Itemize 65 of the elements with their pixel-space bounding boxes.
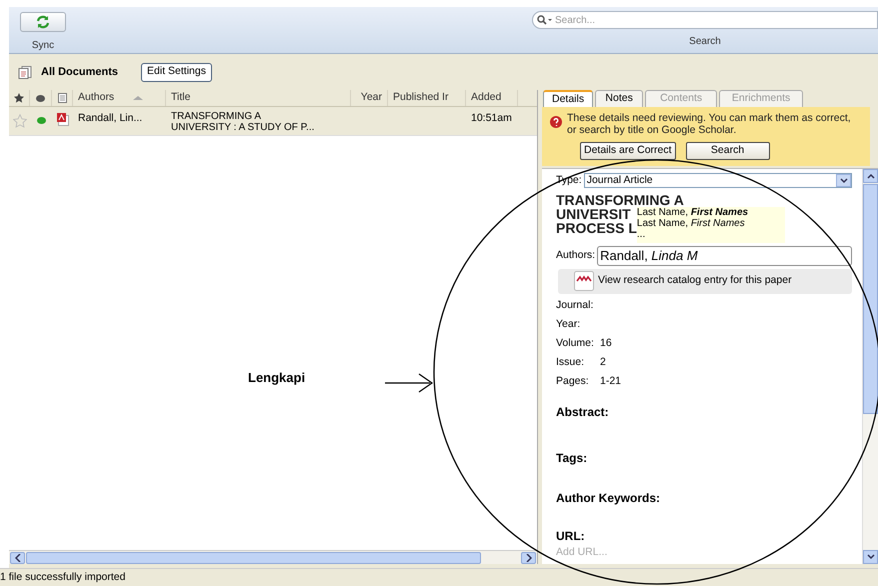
authors-field[interactable]: Randall, Linda M — [597, 246, 852, 266]
documents-icon — [18, 66, 32, 78]
review-button[interactable]: Search — [686, 142, 770, 160]
search-box[interactable]: Search... — [532, 11, 878, 29]
question-icon — [550, 116, 562, 128]
document-title: PROCESS L — [556, 220, 637, 235]
horizontal-scrollbar[interactable] — [9, 550, 537, 564]
suggestion-item[interactable]: Last Name, First Names — [636, 218, 785, 229]
star-icon — [14, 93, 24, 103]
scrollbar-thumb[interactable] — [26, 552, 481, 564]
library-title: All Documents — [41, 64, 118, 80]
type-dropdown[interactable]: Journal Article — [584, 173, 852, 188]
dot-icon — [36, 94, 45, 102]
review-message: These details need reviewing. You can mark them as correct, or search by title on Google Scholar. — [567, 112, 852, 136]
catalog-icon — [574, 271, 594, 292]
column-header[interactable]: Published Ir — [393, 90, 448, 106]
author-cell-text: Randall, Lin... — [77, 111, 142, 126]
column-header[interactable]: Authors — [78, 90, 114, 106]
sync-label: Sync — [32, 39, 54, 53]
field-label: Journal: — [556, 298, 594, 313]
section-heading: URL: — [556, 528, 585, 545]
scroll-up-icon[interactable] — [863, 169, 878, 183]
field-label: Year: — [556, 316, 582, 332]
star-icon[interactable] — [12, 114, 26, 128]
search-icon — [537, 15, 553, 25]
section-heading: Author Keywords: — [556, 490, 660, 507]
status-text: 1 file successfully imported — [0, 570, 126, 585]
title-cell-text: TRANSFORMING A UNIVERSITY : A STUDY OF P... — [170, 111, 314, 133]
column-header[interactable]: Year — [360, 90, 382, 106]
field-value: 1-21 — [600, 374, 622, 389]
scrollbar-thumb[interactable] — [863, 184, 878, 414]
pdf-file-icon — [56, 113, 68, 126]
dot-icon[interactable] — [36, 117, 46, 124]
scroll-right-icon[interactable] — [521, 552, 536, 564]
document-icon — [58, 93, 66, 103]
column-header[interactable]: Title — [171, 90, 190, 106]
column-header[interactable]: Added — [471, 90, 502, 106]
tab[interactable]: Notes — [595, 90, 644, 107]
field-value: 16 — [600, 336, 612, 351]
annotation-label: Lengkapi — [248, 369, 306, 387]
authors-label: Authors: — [556, 248, 596, 263]
tab[interactable]: Details — [543, 90, 594, 107]
section-heading: Tags: — [556, 450, 588, 467]
refresh-icon — [36, 15, 50, 29]
catalog-button[interactable]: View research catalog entry for this paper — [558, 268, 852, 294]
field-value: 2 — [600, 354, 606, 370]
edit-settings-button[interactable]: Edit Settings — [141, 62, 212, 82]
vertical-scrollbar[interactable] — [862, 169, 878, 564]
suggestion-item[interactable]: Last Name, First Names — [636, 206, 785, 218]
search-field[interactable]: Search... — [555, 12, 877, 28]
section-heading: Abstract: — [556, 404, 609, 421]
field-label: Issue: — [556, 354, 586, 370]
field-label: Pages: — [556, 374, 590, 389]
annotation-arrow — [385, 374, 434, 392]
added-cell-text: 10:51am — [470, 111, 512, 126]
scroll-left-icon[interactable] — [10, 552, 25, 564]
scroll-down-icon[interactable] — [863, 550, 878, 564]
table-row[interactable]: Randall, Lin... TRANSFORMING A UNIVERSITY : A STUDY OF P... 10:51am — [9, 107, 537, 136]
search-label: Search — [689, 35, 721, 49]
document-title: TRANSFORMING A — [556, 192, 685, 207]
sync-button[interactable] — [20, 12, 66, 32]
review-button[interactable]: Details are Correct — [580, 142, 676, 160]
suggestion-item[interactable]: ... — [636, 228, 785, 240]
field-label: Volume: — [556, 336, 595, 351]
document-title: UNIVERSIT — [556, 206, 632, 221]
